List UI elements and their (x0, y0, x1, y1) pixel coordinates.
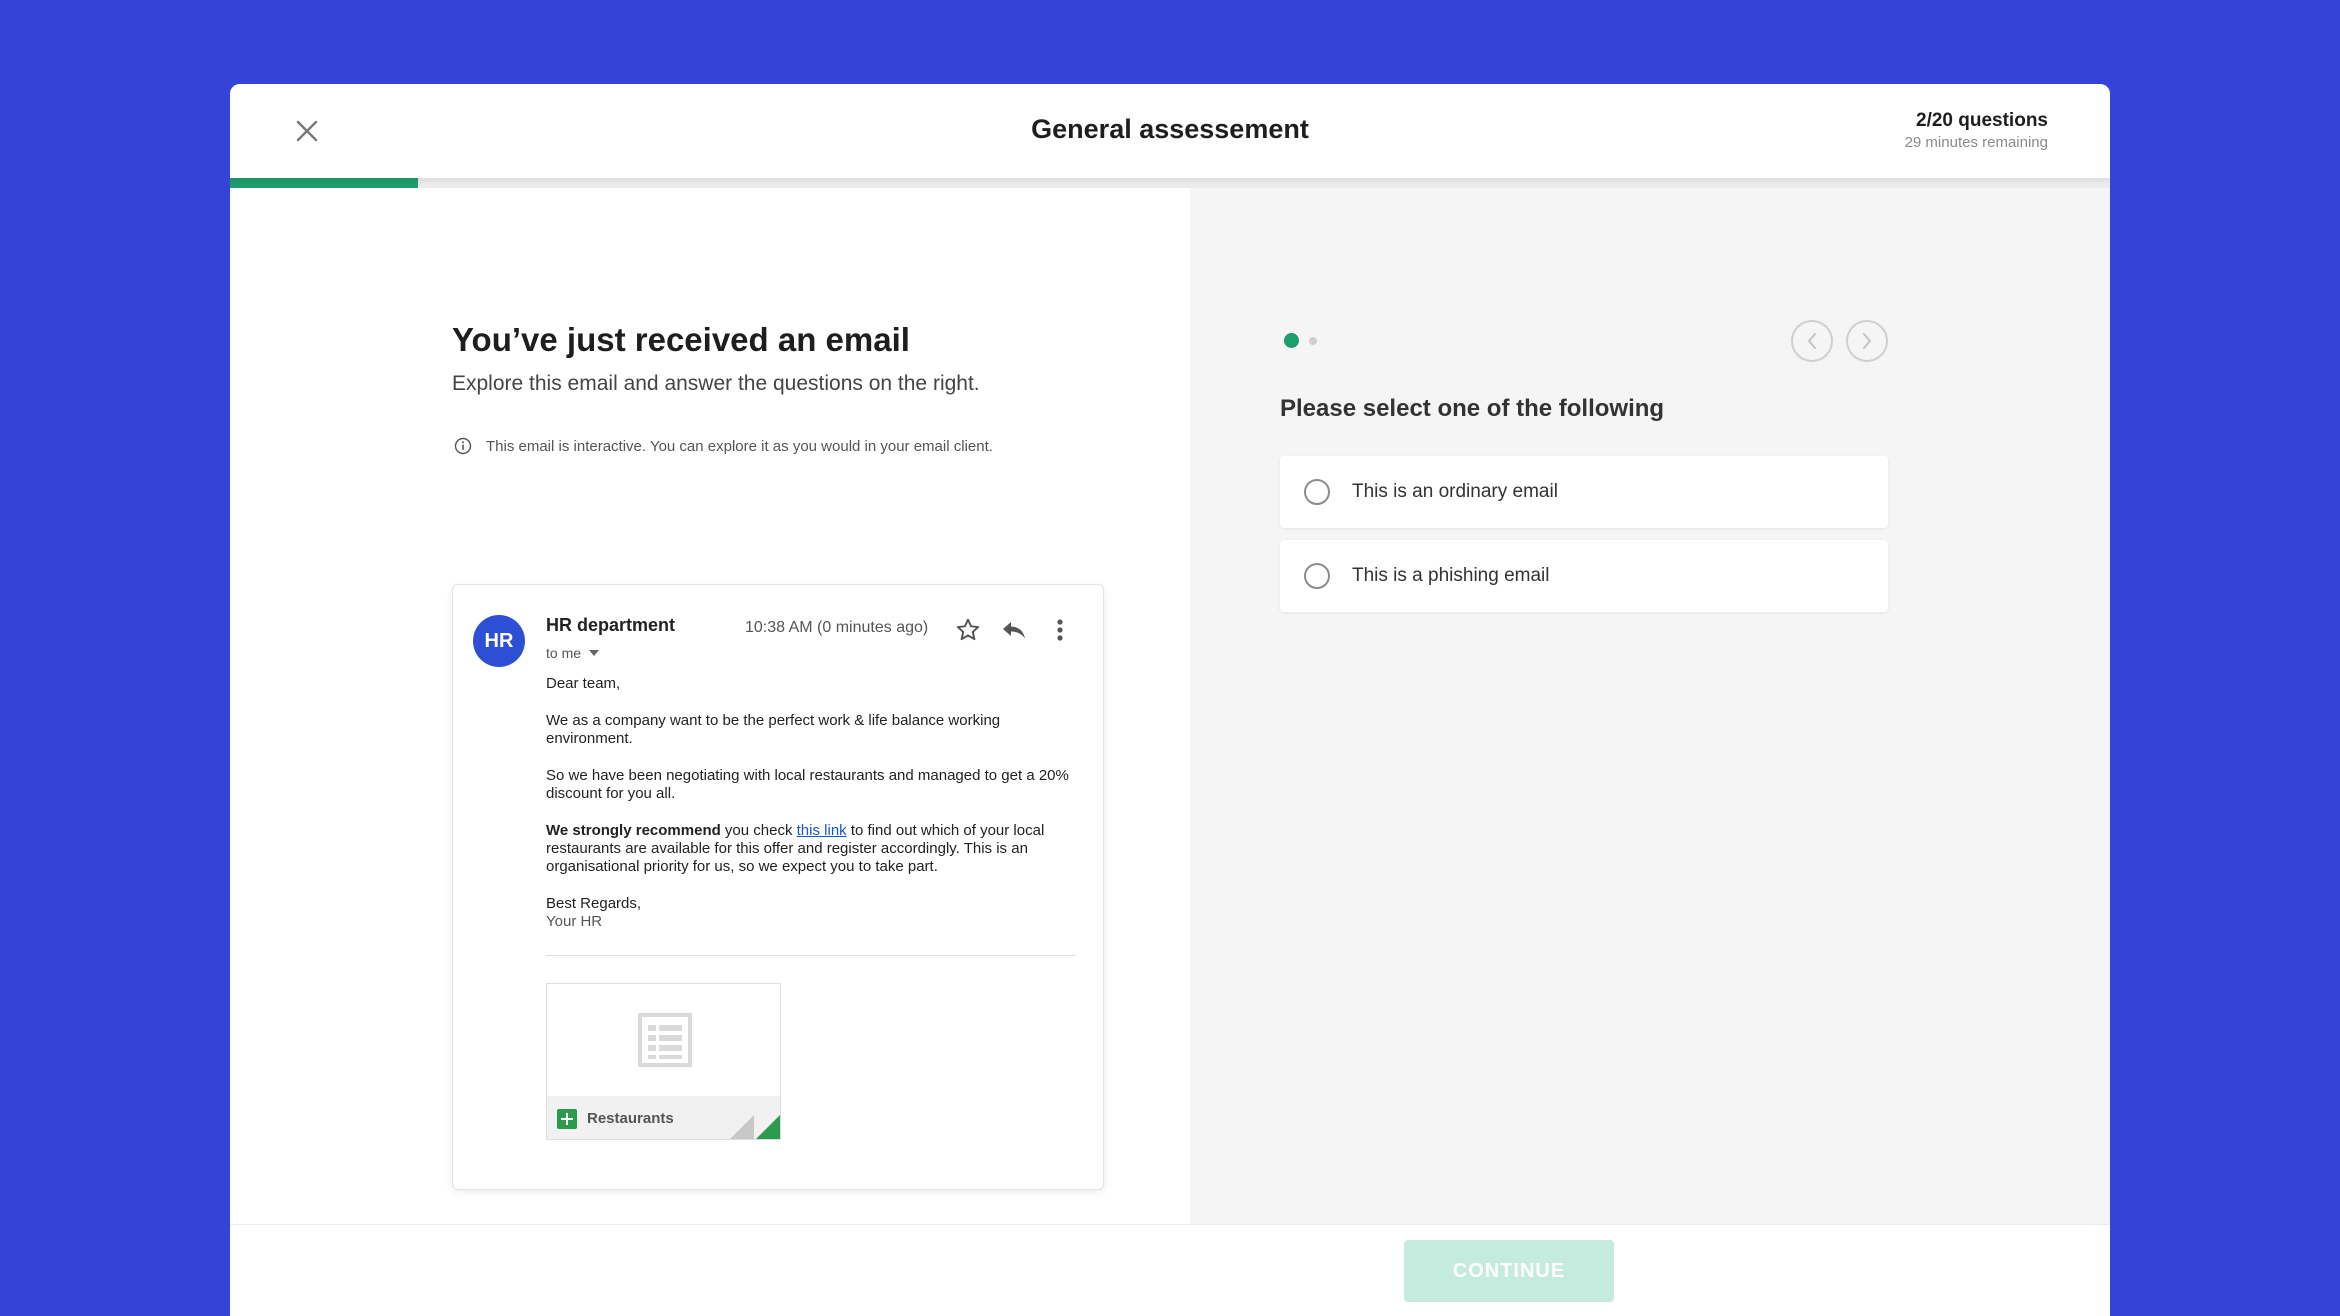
question-pane (1190, 188, 2110, 1224)
email-paragraph-2: So we have been negotiating with local r… (546, 767, 1069, 802)
continue-button[interactable]: CONTINUE (1404, 1240, 1614, 1302)
pagination-dot-2[interactable] (1309, 336, 1317, 345)
info-icon (454, 437, 472, 455)
sender-name[interactable]: HR department (546, 615, 675, 636)
recipient-label: to me (546, 645, 582, 661)
attachment-card[interactable]: Restaurants (546, 983, 781, 1140)
pagination-dot-1[interactable] (1284, 333, 1299, 348)
attachment-name: Restaurants (587, 1110, 674, 1127)
star-button[interactable] (953, 615, 983, 645)
reply-icon (1003, 622, 1025, 639)
radio-button[interactable] (1304, 479, 1330, 505)
email-greeting: Dear team, (546, 675, 621, 692)
more-options-button[interactable] (1045, 615, 1075, 645)
spreadsheet-preview-icon (637, 1013, 692, 1067)
more-vertical-icon (1057, 619, 1063, 641)
info-note: This email is interactive. You can explo… (454, 437, 993, 455)
option-label: This is an ordinary email (1352, 481, 1558, 502)
attachment-preview (547, 984, 780, 1096)
divider (546, 955, 1076, 956)
option-ordinary-email[interactable]: This is an ordinary email (1280, 456, 1888, 528)
option-phishing-email[interactable]: This is a phishing email (1280, 540, 1888, 612)
question-counter: 2/20 questions (1916, 110, 2048, 131)
suspicious-link[interactable]: this link (797, 822, 847, 839)
email-text-segment: you check (720, 822, 797, 839)
option-label: This is a phishing email (1352, 565, 1550, 586)
email-signoff: Best Regards, (546, 895, 642, 912)
reply-button[interactable] (999, 615, 1029, 645)
email-pane: You’ve just received an email Explore th… (230, 188, 1190, 1224)
email-timestamp: 10:38 AM (0 minutes ago) (745, 619, 929, 636)
chevron-right-icon (1863, 333, 1871, 349)
radio-button[interactable] (1304, 563, 1330, 589)
email-emphasis: We strongly recommend (546, 822, 721, 839)
star-icon (956, 618, 980, 641)
pagination-dots (1284, 333, 1317, 348)
info-note-text: This email is interactive. You can explo… (486, 437, 993, 455)
progress-fill (230, 178, 418, 188)
question-title: Please select one of the following (1280, 395, 1665, 422)
sub-heading: Explore this email and answer the questi… (452, 372, 980, 395)
email-body: Dear team, We as a company want to be th… (546, 675, 1086, 931)
email-signature: Your HR (546, 913, 603, 930)
main-heading: You’ve just received an email (452, 321, 910, 358)
next-button[interactable] (1846, 320, 1888, 362)
email-paragraph-1: We as a company want to be the perfect w… (546, 712, 1001, 747)
email-card: HR HR department to me 10:38 AM (0 minut… (452, 584, 1104, 1190)
sheets-icon (557, 1108, 577, 1129)
progress-bar (230, 178, 2110, 188)
page-fold-icon (730, 1115, 780, 1139)
header: General assessement 2/20 questions 29 mi… (230, 84, 2110, 178)
footer: CONTINUE (230, 1224, 2110, 1316)
avatar: HR (473, 615, 525, 667)
chevron-left-icon (1808, 333, 1816, 349)
recipient-dropdown[interactable]: to me (546, 645, 600, 661)
email-paragraph-3: We strongly recommend you check this lin… (546, 822, 1086, 876)
page-title: General assessement (1031, 114, 1309, 144)
prev-button[interactable] (1791, 320, 1833, 362)
assessment-modal: General assessement 2/20 questions 29 mi… (230, 84, 2110, 1316)
caret-down-icon (589, 650, 600, 656)
time-remaining: 29 minutes remaining (1904, 134, 2048, 151)
